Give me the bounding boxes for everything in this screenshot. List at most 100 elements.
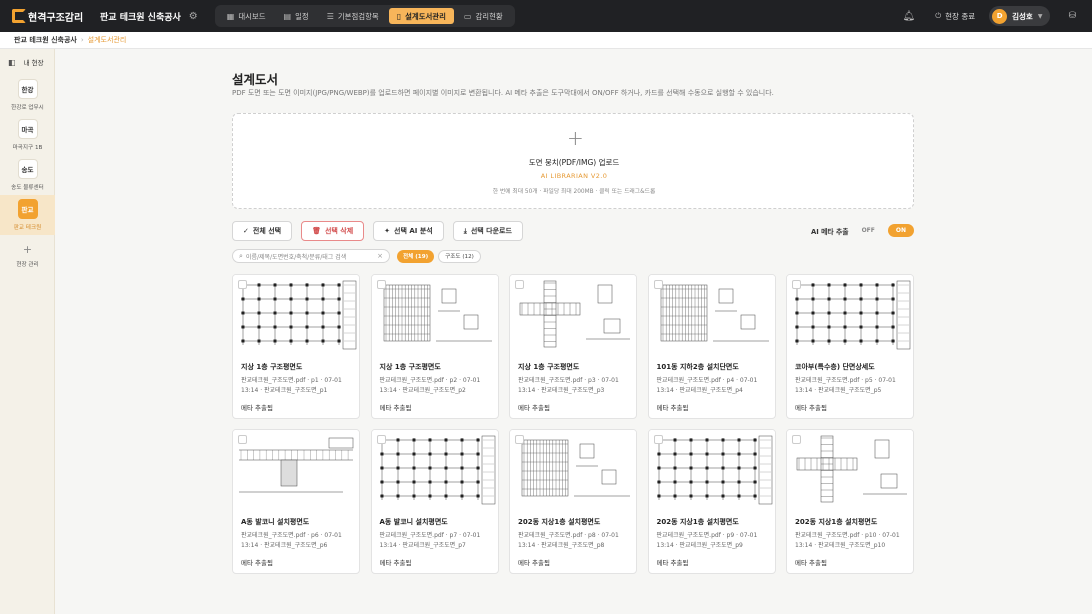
card-meta: 판교테크원_구조도면.pdf · p2 · 07-01 13:14 · 판교테크원… — [380, 376, 498, 396]
card-meta-line: 판교테크원_구조도면.pdf · p3 · 07-01 — [518, 377, 619, 384]
drawing-thumbnail[interactable] — [371, 430, 498, 510]
main-nav: ▦ 대시보드 ▤ 일정 ☰ 기본점검항목 ▯ 설계도서관리 ▭ 감리현황 — [214, 5, 515, 27]
card-title: 202동 지상1층 설치평면도 — [656, 518, 739, 526]
sidebar-site-magok[interactable]: 마곡 마곡지구 1B — [0, 115, 55, 155]
card-checkbox[interactable] — [238, 435, 247, 444]
upload-title: 도면 뭉치(PDF/IMG) 업로드 — [528, 158, 620, 167]
sidebar-toggle[interactable]: ◧ 내 현장 — [0, 49, 54, 75]
card-status: 메타 추출됨 — [795, 404, 827, 412]
breadcrumb-separator: › — [80, 36, 84, 44]
drawing-thumbnail[interactable] — [787, 430, 913, 510]
delete-selected-button[interactable]: 🗑︎ 선택 삭제 — [301, 221, 365, 241]
filter-chip-all[interactable]: 전체 (19) — [397, 249, 435, 263]
nav-dashboard[interactable]: ▦ 대시보드 — [219, 8, 274, 24]
drawing-thumbnail[interactable] — [648, 275, 775, 355]
briefcase-icon[interactable]: ⛁ — [1068, 11, 1076, 21]
card-checkbox[interactable] — [653, 435, 663, 444]
drawing-card[interactable]: 202동 지상1층 설치평면도 판교테크원_구조도면.pdf · p9 · 07-… — [647, 429, 776, 574]
card-checkbox[interactable] — [376, 280, 386, 289]
breadcrumb-root[interactable]: 판교 테크원 신축공사 — [14, 35, 77, 45]
card-meta-line: 판교테크원_구조도면.pdf · p4 · 07-01 — [656, 377, 758, 384]
nav-schedule[interactable]: ▤ 일정 — [276, 8, 317, 24]
card-status: 메타 추출됨 — [795, 559, 827, 567]
site-label: 송도 물류센터 — [11, 185, 44, 191]
card-status: 메타 추출됨 — [241, 559, 273, 567]
card-checkbox[interactable] — [376, 435, 386, 444]
clear-icon[interactable]: × — [377, 252, 383, 260]
button-label: 선택 다운로드 — [470, 227, 512, 235]
button-label: 전체 선택 — [252, 227, 282, 235]
drawing-card[interactable]: A동 발코니 설치평면도 판교테크원_구조도면.pdf · p6 · 07-01 1… — [232, 429, 360, 574]
ai-meta-off-toggle[interactable]: OFF — [854, 224, 883, 237]
power-icon: ⏻ — [935, 11, 942, 20]
drawing-card-grid: 지상 1층 구조평면도 판교테크원_구조도면.pdf · p1 · 07-01 13… — [232, 274, 914, 574]
card-title: 202동 지상1층 설치평면도 — [518, 518, 601, 526]
drawing-card[interactable]: 202동 지상1층 설치평면도 판교테크원_구조도면.pdf · p10 · 07… — [786, 429, 914, 574]
card-checkbox[interactable] — [792, 280, 801, 289]
drawing-thumbnail[interactable] — [510, 430, 636, 510]
drawing-card[interactable]: 101동 지하2층 설치단면도 판교테크원_구조도면.pdf · p4 · 07-… — [647, 274, 776, 419]
site-badge: 마곡 — [17, 119, 38, 139]
card-meta-line: 13:14 · 판교테크원_구조도면_p7 — [379, 542, 466, 549]
site-label: 한강로 업무시 — [11, 105, 44, 111]
sidebar-site-songdo[interactable]: 송도 송도 물류센터 — [0, 155, 55, 195]
drawing-card[interactable]: 지상 1층 구조평면도 판교테크원_구조도면.pdf · p3 · 07-01 13… — [509, 274, 637, 419]
card-meta: 판교테크원_구조도면.pdf · p1 · 07-01 13:14 · 판교테크원… — [241, 376, 359, 396]
drawing-thumbnail[interactable] — [233, 430, 359, 510]
logo[interactable]: 현격구조감리 — [12, 9, 88, 24]
sidebar-site-pangyo[interactable]: 판교 판교 테크원 — [0, 195, 55, 235]
gear-icon[interactable]: ⚙ — [189, 11, 198, 22]
card-checkbox[interactable] — [515, 435, 524, 444]
ai-analyze-button[interactable]: ✦ 선택 AI 분석 — [373, 221, 444, 241]
upload-dropzone[interactable]: + 도면 뭉치(PDF/IMG) 업로드 AI LIBRARIAN V2.0 한… — [232, 113, 914, 209]
card-meta-line: 13:14 · 판교테크원_구조도면_p5 — [795, 387, 882, 394]
card-checkbox[interactable] — [653, 280, 663, 289]
ai-meta-toggle-group: AI 메타 추출 OFF ON — [811, 224, 914, 237]
checklist-icon: ☰ — [326, 11, 334, 21]
sidebar-manage-sites[interactable]: + 현장 관리 — [0, 235, 55, 275]
drawing-thumbnail[interactable] — [787, 275, 913, 355]
sidebar-site-hangang[interactable]: 한강 한강로 업무시 — [0, 75, 55, 115]
dashboard-icon: ▦ — [226, 11, 235, 21]
drawing-thumbnail[interactable] — [510, 275, 636, 355]
card-meta-line: 판교테크원_구조도면.pdf · p10 · 07-01 — [795, 532, 900, 539]
card-checkbox[interactable] — [238, 280, 247, 289]
drawing-thumbnail[interactable] — [648, 430, 775, 510]
download-selected-button[interactable]: ⤓ 선택 다운로드 — [452, 221, 523, 241]
document-icon: ▯ — [396, 11, 402, 21]
exit-site-button[interactable]: ⏻ 현장 종료 — [935, 11, 975, 22]
download-icon: ⤓ — [463, 226, 467, 235]
drawing-card[interactable]: 지상 1층 구조평면도 판교테크원_구조도면.pdf · p1 · 07-01 13… — [232, 274, 360, 419]
button-label: 선택 AI 분석 — [394, 227, 433, 235]
card-meta-line: 13:14 · 판교테크원_구조도면_p6 — [241, 542, 328, 549]
card-checkbox[interactable] — [792, 435, 801, 444]
drawing-thumbnail[interactable] — [371, 275, 498, 355]
search-icon: ⌕ — [239, 251, 243, 260]
card-meta-line: 판교테크원_구조도면.pdf · p2 · 07-01 — [379, 377, 481, 384]
nav-design-docs[interactable]: ▯ 설계도서관리 — [388, 8, 454, 24]
user-menu[interactable]: D 김성호 ▼ — [989, 6, 1051, 26]
search-input[interactable]: ⌕ 이름/제목/도면번호/축척/분류/태그 검색 × — [232, 249, 390, 263]
nav-label: 대시보드 — [238, 11, 266, 21]
clipboard-icon: ▭ — [463, 11, 472, 21]
drawing-card[interactable]: 코아부(특수층) 단면상세도판교테크원_구조도면.pdf · p5 · 07-0… — [786, 274, 914, 419]
drawing-card[interactable]: A동 발코니 설치평면도 판교테크원_구조도면.pdf · p7 · 07-01 1… — [370, 429, 499, 574]
select-all-button[interactable]: ✓ 전체 선택 — [232, 221, 293, 241]
filter-chip-structure[interactable]: 구조도 (12) — [438, 249, 481, 263]
card-meta-line: 13:14 · 판교테크원_구조도면_p4 — [656, 387, 743, 394]
bell-icon[interactable]: 🔔︎ — [903, 11, 916, 22]
ai-meta-on-toggle[interactable]: ON — [887, 224, 914, 237]
drawing-card[interactable]: 지상 1층 구조평면도 판교테크원_구조도면.pdf · p2 · 07-01 13… — [370, 274, 499, 419]
filter-bar: ⌕ 이름/제목/도면번호/축척/분류/태그 검색 × 전체 (19) 구조도 (… — [232, 249, 481, 263]
card-checkbox[interactable] — [515, 280, 524, 289]
site-label: 판교 테크원 — [13, 225, 42, 231]
drawing-card[interactable]: 202동 지상1층 설치평면도 판교테크원_구조도면.pdf · p8 · 07-… — [509, 429, 637, 574]
nav-checklist[interactable]: ☰ 기본점검항목 — [319, 8, 387, 24]
drawing-thumbnail[interactable] — [233, 275, 359, 355]
card-meta: 판교테크원_구조도면.pdf · p5 · 07-01 13:14 · 판교테크원… — [795, 376, 913, 396]
nav-inspection-status[interactable]: ▭ 감리현황 — [456, 8, 511, 24]
card-meta: 판교테크원_구조도면.pdf · p7 · 07-01 13:14 · 판교테크원… — [380, 531, 498, 551]
card-title: 코아부(특수층) 단면상세도 — [795, 363, 875, 371]
card-meta-line: 13:14 · 판교테크원_구조도면_p2 — [379, 387, 466, 394]
ai-meta-label: AI 메타 추출 — [811, 227, 849, 236]
